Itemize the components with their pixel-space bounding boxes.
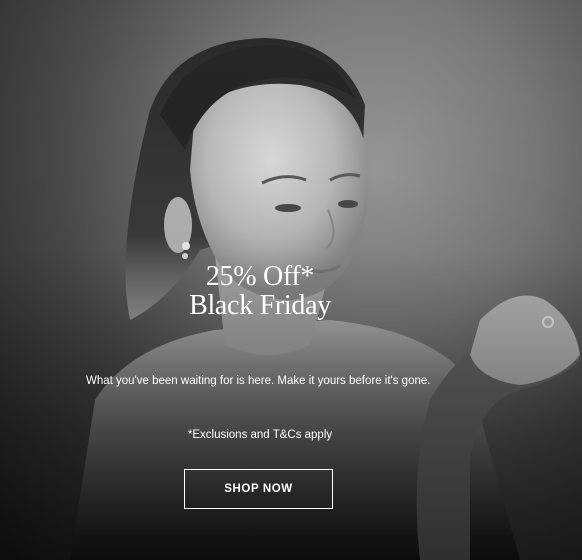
black-friday-hero: 25% Off* Black Friday What you've been w… [0, 0, 582, 560]
shop-now-button[interactable]: SHOP NOW [184, 469, 333, 509]
terms-disclaimer: *Exclusions and T&Cs apply [187, 429, 333, 441]
hero-subtext: What you've been waiting for is here. Ma… [86, 375, 431, 387]
headline-event: Black Friday [189, 290, 331, 321]
headline-discount: 25% Off* [205, 261, 315, 292]
